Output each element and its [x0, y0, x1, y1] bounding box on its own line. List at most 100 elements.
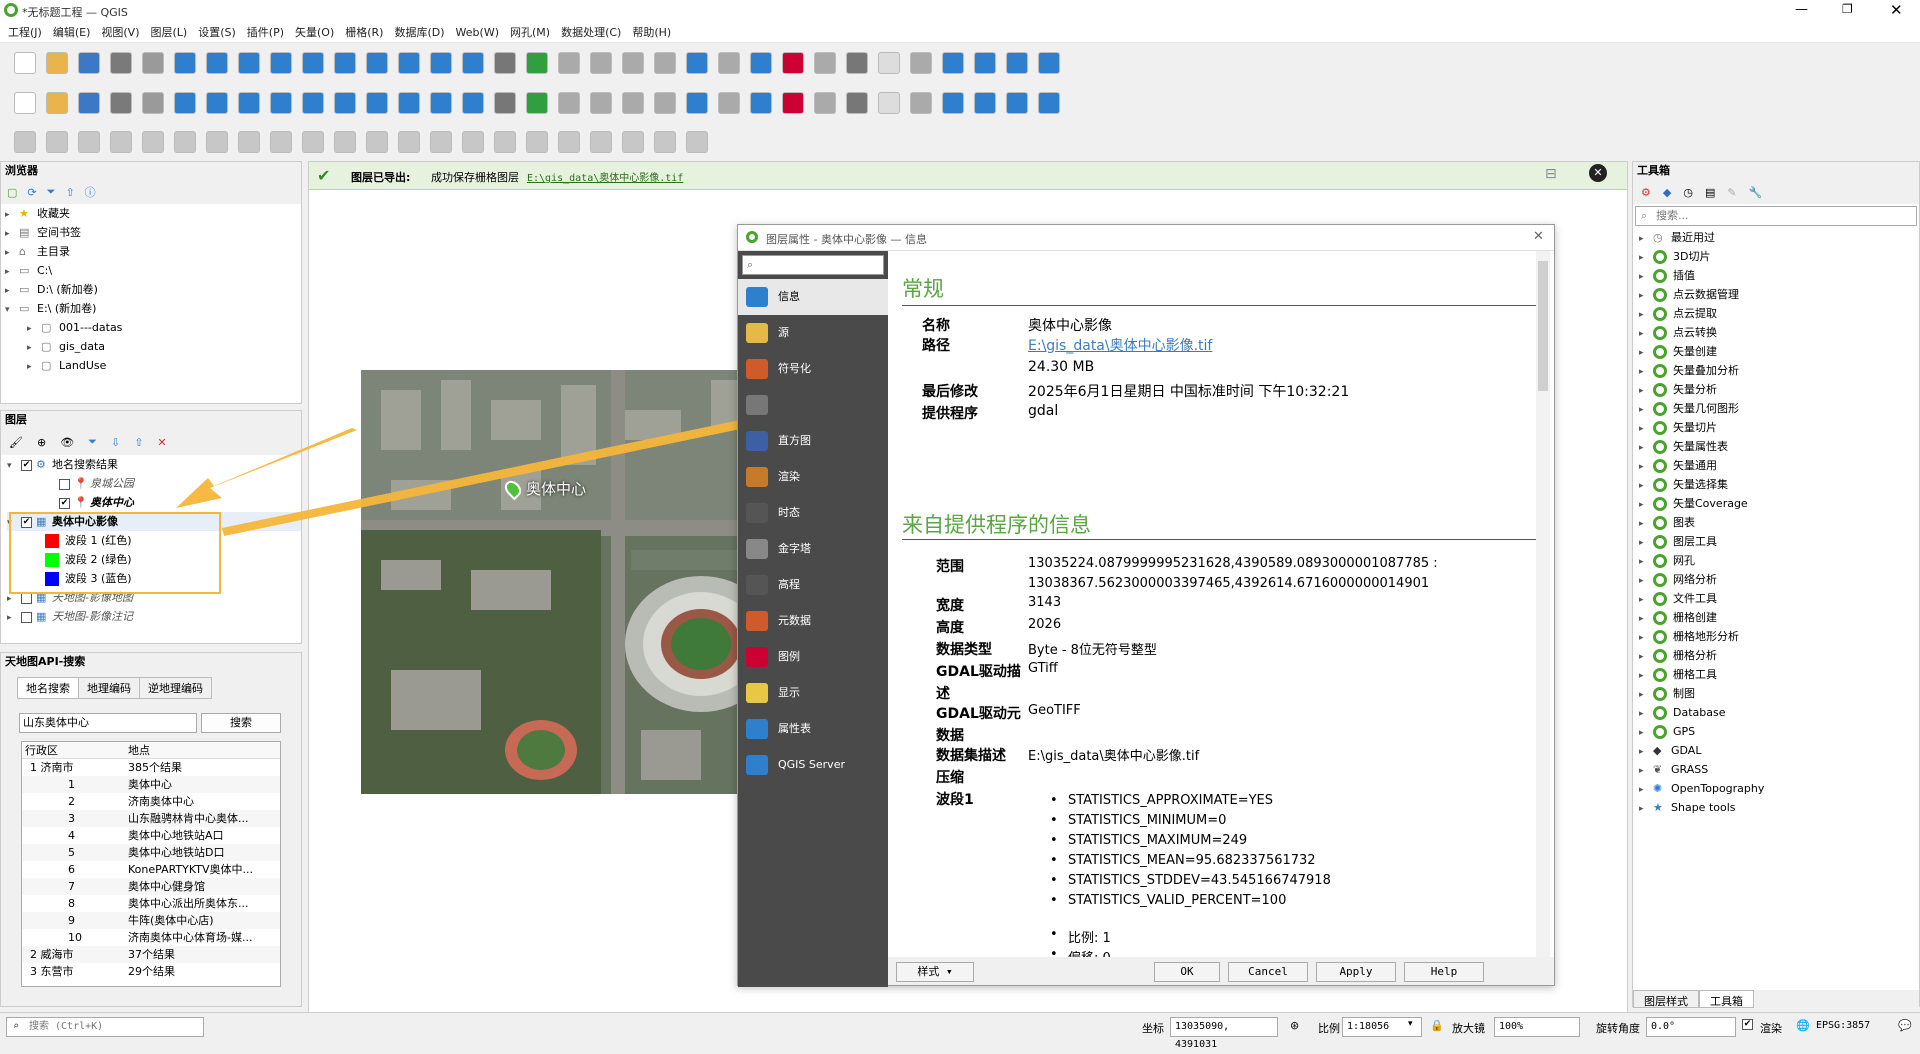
expand-arrow-icon[interactable]: ▸	[1639, 572, 1653, 589]
table-row[interactable]: 1 奥体中心	[22, 776, 280, 793]
layer-item[interactable]: 波段 2 (绿色)	[7, 550, 301, 569]
toolbar-tool-icon[interactable]	[1038, 92, 1060, 114]
toggle-extents-icon[interactable]: ⊛	[1290, 1019, 1299, 1032]
toolbox-group[interactable]: ▸ 矢量分析	[1639, 380, 1919, 399]
toolbar-tool-icon[interactable]	[366, 131, 388, 153]
toolbox-group[interactable]: ▸ 栅格分析	[1639, 646, 1919, 665]
chevron-down-icon[interactable]: ▾	[1408, 1019, 1413, 1029]
nav-item[interactable]	[738, 387, 888, 423]
toolbar-tool-icon[interactable]	[142, 52, 164, 74]
toolbar-tool-icon[interactable]	[750, 92, 772, 114]
toolbox-group[interactable]: ▸ ★ Shape tools	[1639, 798, 1919, 817]
expand-arrow-icon[interactable]: ▸	[1639, 762, 1653, 779]
nav-item[interactable]: 符号化	[738, 351, 888, 387]
coordinate-field[interactable]: 13035090, 4391031	[1170, 1017, 1278, 1050]
nav-item[interactable]: 属性表	[738, 711, 888, 747]
toolbar-tool-icon[interactable]	[558, 52, 580, 74]
toolbar-tool-icon[interactable]	[238, 52, 260, 74]
menu-item[interactable]: 矢量(O)	[295, 24, 334, 40]
toolbar-tool-icon[interactable]	[1006, 92, 1028, 114]
info-scrollbar[interactable]	[1536, 251, 1550, 957]
expand-all-icon[interactable]: ⇩	[111, 436, 120, 449]
results-icon[interactable]: ▤	[1705, 186, 1715, 199]
expand-arrow-icon[interactable]: ▸	[5, 282, 19, 299]
toolbar-tool-icon[interactable]	[878, 52, 900, 74]
toolbar-tool-icon[interactable]	[270, 52, 292, 74]
edit-features-icon[interactable]: ✎	[1727, 186, 1736, 199]
filter-legend-icon[interactable]: ⏷	[88, 435, 97, 449]
toolbox-group[interactable]: ▸ 栅格创建	[1639, 608, 1919, 627]
expand-arrow-icon[interactable]: ▸	[1639, 268, 1653, 285]
nav-item[interactable]: 高程	[738, 567, 888, 603]
toolbar-tool-icon[interactable]	[1038, 52, 1060, 74]
expand-arrow-icon[interactable]: ▸	[27, 358, 41, 375]
expand-arrow-icon[interactable]: ▸	[1639, 610, 1653, 627]
toolbar-tool-icon[interactable]	[846, 52, 868, 74]
toolbar-tool-icon[interactable]	[174, 131, 196, 153]
open-styling-icon[interactable]: 🖌	[9, 436, 23, 449]
expand-arrow-icon[interactable]: ▸	[1639, 325, 1653, 342]
expand-arrow-icon[interactable]: ▸	[1639, 534, 1653, 551]
nav-item[interactable]: 源	[738, 315, 888, 351]
expand-arrow-icon[interactable]: ▸	[1639, 667, 1653, 684]
message-link[interactable]: E:\gis_data\奥体中心影像.tif	[527, 169, 683, 184]
tab-layer-style[interactable]: 图层样式	[1633, 990, 1699, 1008]
toolbar-tool-icon[interactable]	[590, 131, 612, 153]
nav-item[interactable]: 渲染	[738, 459, 888, 495]
filter-icon[interactable]: ⏷	[47, 185, 56, 199]
toolbox-group[interactable]: ▸ GPS	[1639, 722, 1919, 741]
collapse-all-layers-icon[interactable]: ⇧	[134, 436, 143, 449]
expand-arrow-icon[interactable]: ▸	[1639, 287, 1653, 304]
menu-item[interactable]: 图层(L)	[150, 24, 187, 40]
history-icon[interactable]: ◷	[1683, 186, 1693, 199]
toolbox-group[interactable]: ▸ ❦ GRASS	[1639, 760, 1919, 779]
minimize-icon[interactable]: —	[1795, 2, 1808, 17]
toolbar-tool-icon[interactable]	[590, 52, 612, 74]
toolbar-tool-icon[interactable]	[846, 92, 868, 114]
toolbox-group[interactable]: ▸ 文件工具	[1639, 589, 1919, 608]
expand-icon[interactable]: ⊟	[1545, 166, 1557, 182]
expand-arrow-icon[interactable]: ▸	[27, 339, 41, 356]
browser-item[interactable]: ▸ ★ 收藏夹	[5, 204, 301, 223]
toolbar-tool-icon[interactable]	[46, 52, 68, 74]
lock-scale-icon[interactable]: 🔒	[1430, 1019, 1444, 1032]
toolbar-tool-icon[interactable]	[782, 52, 804, 74]
crs-label[interactable]: EPSG:3857	[1816, 1020, 1870, 1031]
toolbar-tool-icon[interactable]	[718, 52, 740, 74]
nav-item[interactable]: 元数据	[738, 603, 888, 639]
layer-item[interactable]: 波段 3 (蓝色)	[7, 569, 301, 588]
table-row[interactable]: 3 山东融骋林肯中心奥体...	[22, 810, 280, 827]
expand-arrow-icon[interactable]: ▸	[1639, 686, 1653, 703]
toolbar-tool-icon[interactable]	[494, 92, 516, 114]
nav-item[interactable]: QGIS Server	[738, 747, 888, 783]
menu-item[interactable]: Web(W)	[456, 26, 499, 39]
column-header[interactable]: 行政区	[22, 742, 125, 758]
magnifier-field[interactable]: 100%	[1494, 1017, 1580, 1037]
options-icon[interactable]: 🔧	[1749, 186, 1763, 199]
toolbox-group[interactable]: ▸ 图表	[1639, 513, 1919, 532]
toolbar-tool-icon[interactable]	[206, 131, 228, 153]
layer-visibility-checkbox[interactable]: ✔	[21, 459, 32, 471]
cancel-button[interactable]: Cancel	[1228, 962, 1308, 982]
toolbox-group[interactable]: ▸ 栅格地形分析	[1639, 627, 1919, 646]
toolbox-group[interactable]: ▸ 矢量选择集	[1639, 475, 1919, 494]
nav-item[interactable]: 图例	[738, 639, 888, 675]
expand-arrow-icon[interactable]: ▸	[7, 590, 21, 607]
expand-arrow-icon[interactable]: ▸	[1639, 800, 1653, 817]
nav-search-input[interactable]: ⌕	[742, 255, 884, 275]
expand-arrow-icon[interactable]: ▾	[7, 457, 21, 474]
toolbar-tool-icon[interactable]	[558, 131, 580, 153]
locator-search-input[interactable]: ⌕ 搜索 (Ctrl+K)	[6, 1017, 204, 1037]
toolbar-tool-icon[interactable]	[430, 52, 452, 74]
toolbox-group[interactable]: ▸ 矢量Coverage	[1639, 494, 1919, 513]
layer-item[interactable]: ▸ ▦ 天地图-影像地图	[7, 588, 301, 607]
table-row[interactable]: 10 济南奥体中心体育场-媒...	[22, 929, 280, 946]
toolbar-tool-icon[interactable]	[718, 92, 740, 114]
toolbar-tool-icon[interactable]	[238, 92, 260, 114]
toolbox-group[interactable]: ▸ 矢量切片	[1639, 418, 1919, 437]
style-dropdown[interactable]: 样式 ▾	[896, 962, 974, 982]
toolbox-group[interactable]: ▸ 矢量属性表	[1639, 437, 1919, 456]
toolbar-tool-icon[interactable]	[942, 52, 964, 74]
expand-arrow-icon[interactable]: ▸	[1639, 496, 1653, 513]
nav-item[interactable]: 显示	[738, 675, 888, 711]
